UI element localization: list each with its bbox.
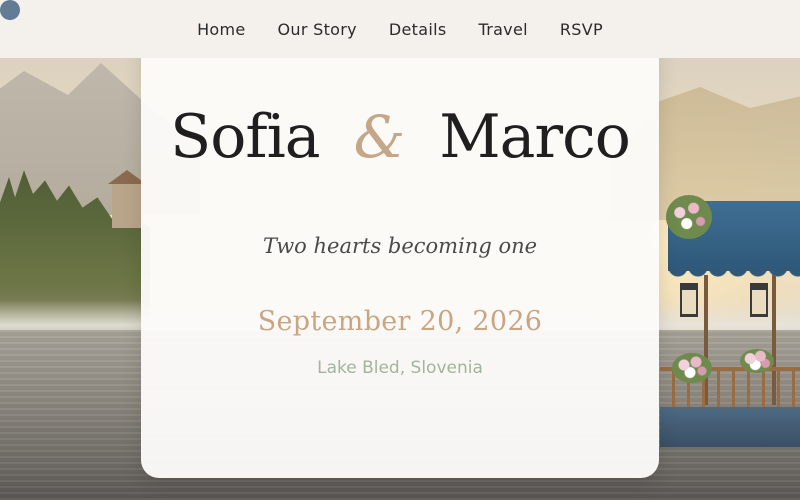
corner-dot (0, 0, 20, 20)
flower-arrangement (666, 195, 712, 239)
lantern (680, 283, 698, 317)
boat-pavilion (660, 195, 800, 447)
flower-arrangement (672, 353, 712, 383)
tagline: Two hearts becoming one (262, 234, 538, 258)
nav-our-story-link[interactable]: Our Story (262, 20, 373, 39)
nav-rsvp-link[interactable]: RSVP (544, 20, 619, 39)
name-one: Sofia (170, 102, 320, 172)
boat-deck (660, 407, 800, 447)
wedding-date: September 20, 2026 (257, 306, 543, 337)
top-navigation: Home Our Story Details Travel RSVP (0, 0, 800, 58)
nav-links: Home Our Story Details Travel RSVP (181, 20, 619, 39)
lantern (750, 283, 768, 317)
name-two: Marco (439, 102, 631, 172)
island-church (112, 182, 142, 228)
nav-home-link[interactable]: Home (181, 20, 261, 39)
couple-names: Sofia & Marco (141, 102, 659, 172)
nav-travel-link[interactable]: Travel (462, 20, 543, 39)
hero-card: Sofia & Marco Two hearts becoming one Se… (141, 40, 659, 478)
flower-arrangement (740, 349, 774, 373)
ampersand: & (353, 103, 406, 171)
wedding-location: Lake Bled, Slovenia (317, 358, 483, 378)
nav-details-link[interactable]: Details (373, 20, 463, 39)
